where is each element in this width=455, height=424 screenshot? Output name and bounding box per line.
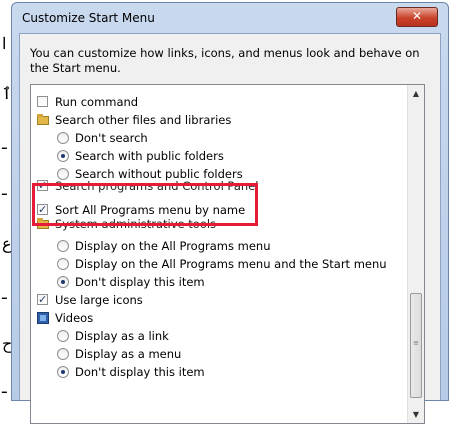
option-label: Search with public folders: [75, 149, 224, 163]
title-bar[interactable]: Customize Start Menu ✕: [12, 3, 448, 33]
option-label: Display on the All Programs menu and the…: [75, 257, 387, 271]
grip-icon: ≡: [413, 339, 419, 347]
radio-button[interactable]: [57, 258, 69, 270]
scroll-thumb[interactable]: ≡: [410, 293, 422, 398]
vertical-scrollbar[interactable]: ▲ ≡ ▼: [407, 85, 424, 423]
radio-button[interactable]: [57, 330, 69, 342]
background-text: ـ: [2, 284, 7, 303]
highlight-box: [32, 183, 258, 226]
folder-icon: [37, 114, 49, 125]
option-label: Display as a link: [75, 329, 169, 343]
description-text: You can customize how links, icons, and …: [30, 46, 420, 75]
option-label: Use large icons: [55, 293, 143, 307]
option-label: Don't search: [75, 131, 148, 145]
checkbox[interactable]: [37, 291, 48, 309]
radio-button[interactable]: [57, 132, 69, 144]
background-text: ٱ: [2, 84, 12, 103]
options-list[interactable]: Run command Search other files and librar…: [30, 84, 425, 424]
option-label: Search other files and libraries: [55, 113, 232, 127]
option-label: Display as a menu: [75, 347, 182, 361]
background-text: ـ: [2, 378, 7, 397]
scroll-down-button[interactable]: ▼: [408, 406, 424, 423]
radio-button[interactable]: [57, 366, 69, 378]
radio-button[interactable]: [57, 240, 69, 252]
dialog-title: Customize Start Menu: [22, 11, 155, 25]
option-label: Don't display this item: [75, 275, 205, 289]
background-text: ـ: [2, 180, 7, 199]
radio-button[interactable]: [57, 276, 69, 288]
background-text: ا: [2, 34, 7, 53]
scroll-up-button[interactable]: ▲: [408, 85, 424, 102]
option-label: Display on the All Programs menu: [75, 239, 271, 253]
radio-button[interactable]: [57, 150, 69, 162]
option-label: Don't display this item: [75, 365, 205, 379]
close-button[interactable]: ✕: [396, 7, 438, 27]
radio-button[interactable]: [57, 348, 69, 360]
video-icon: [37, 312, 49, 324]
option-label: Run command: [55, 95, 139, 109]
checkbox[interactable]: [37, 96, 48, 107]
option-label: Videos: [55, 311, 94, 325]
background-text: ـ: [2, 134, 7, 153]
